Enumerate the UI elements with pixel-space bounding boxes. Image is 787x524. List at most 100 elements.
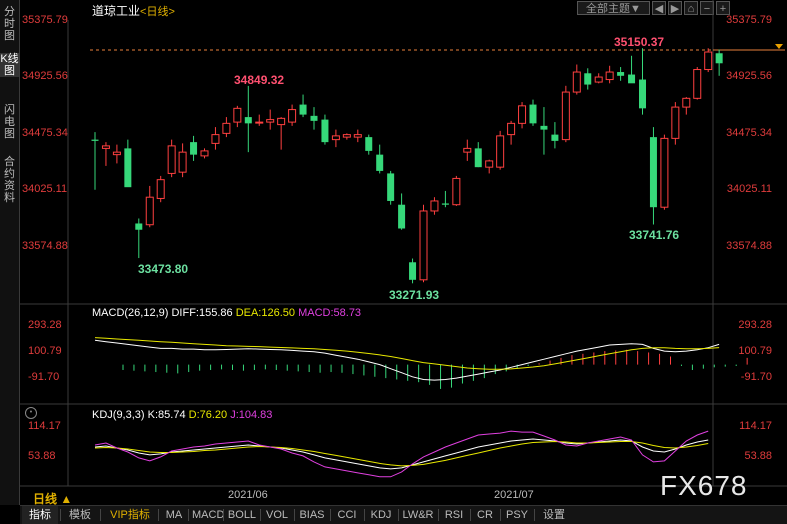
tab-timeshare[interactable]: 分时图 xyxy=(0,6,19,42)
kdj-axis-left-0: 114.17 xyxy=(28,420,61,432)
kdj-d-value: D:76.20 xyxy=(188,409,228,421)
candle-body xyxy=(485,160,494,168)
candle-body xyxy=(135,223,143,230)
tab-flash-chart[interactable]: 闪电图 xyxy=(0,104,19,140)
tab-macd[interactable]: MACD xyxy=(192,506,224,524)
indicator-settings-icon[interactable]: • xyxy=(25,407,37,419)
kdj-axis-left-1: 53.88 xyxy=(28,450,56,462)
low-annotation-3: 33741.76 xyxy=(629,228,680,242)
tab-templates[interactable]: 模板 xyxy=(64,506,96,524)
candle-body xyxy=(244,117,252,124)
kdj-legend: KDJ(9,3,3) K:85.74 D:76.20 J:104.83 xyxy=(92,409,272,421)
tab-settings[interactable]: 设置 xyxy=(538,506,570,524)
candle-body xyxy=(693,69,702,99)
macd-macd-value: MACD:58.73 xyxy=(298,307,362,319)
tab-contract-info[interactable]: 合约资料 xyxy=(0,156,19,204)
candle-body xyxy=(222,122,231,134)
price-axis-right-1: 34925.56 xyxy=(726,70,772,82)
candle-body xyxy=(704,51,713,71)
kdj-axis-right-1: 53.88 xyxy=(744,450,772,462)
candle-body xyxy=(112,151,121,156)
price-axis-left-2: 34475.34 xyxy=(22,127,68,139)
candle-body xyxy=(594,76,603,83)
candle-body xyxy=(211,134,220,144)
candle-body xyxy=(321,119,329,143)
candle-body xyxy=(540,125,548,130)
candle-body xyxy=(561,91,570,141)
candle-body xyxy=(529,104,537,124)
macd-diff-value: DIFF:155.86 xyxy=(171,307,233,319)
macd-axis-left-2: -91.70 xyxy=(28,371,60,383)
low-annotation-1: 33473.80 xyxy=(138,262,189,276)
candle-body xyxy=(474,148,482,168)
candle-body xyxy=(145,196,154,226)
kdj-axis-right-0: 114.17 xyxy=(739,420,772,432)
price-axis-left-3: 34025.11 xyxy=(22,183,68,195)
price-axis-right-2: 34475.34 xyxy=(726,127,772,139)
candle-body xyxy=(419,210,428,281)
macd-histogram xyxy=(122,349,748,389)
candle-body xyxy=(682,97,691,108)
candle-body xyxy=(430,200,439,212)
price-axis-left-0: 35375.79 xyxy=(22,14,68,26)
candle-body xyxy=(331,135,340,141)
time-axis-label-1: 2021/06 xyxy=(228,489,268,501)
tab-lwr[interactable]: LW&R xyxy=(402,506,434,524)
candle-body xyxy=(310,115,318,121)
watermark-logo: FX678 xyxy=(660,470,748,501)
tab-psy[interactable]: PSY xyxy=(504,506,530,524)
indicator-toolbar: 指标 模板 VIP指标 MA MACD BOLL VOL BIAS CCI KD… xyxy=(20,505,787,524)
candle-body xyxy=(518,105,527,124)
candle-body xyxy=(605,71,614,81)
macd-legend: MACD(26,12,9) DIFF:155.86 DEA:126.50 MAC… xyxy=(92,307,361,319)
price-marker-icon xyxy=(775,44,783,49)
macd-axis-right-0: 293.28 xyxy=(738,319,772,331)
low-annotation-2: 33271.93 xyxy=(389,288,440,302)
chart-canvas[interactable] xyxy=(20,0,787,505)
tab-kline[interactable]: K线图 xyxy=(0,53,19,77)
tab-rsi[interactable]: RSI xyxy=(442,506,466,524)
tab-cr[interactable]: CR xyxy=(474,506,496,524)
tab-kdj[interactable]: KDJ xyxy=(368,506,394,524)
candle-body xyxy=(572,71,581,93)
kdj-k-value: K:85.74 xyxy=(147,409,186,421)
candle-body xyxy=(288,109,297,123)
kdj-k-line xyxy=(94,438,709,470)
candle-body xyxy=(387,173,395,201)
macd-diff-line xyxy=(94,339,720,381)
candle-body xyxy=(660,137,669,208)
candle-body xyxy=(617,72,625,76)
left-vertical-tabs: 分时图 K线图 闪电图 合约资料 xyxy=(0,0,20,505)
time-axis-label-2: 2021/07 xyxy=(494,489,534,501)
candle-body xyxy=(398,204,406,229)
tab-indicators[interactable]: 指标 xyxy=(22,506,58,524)
candle-body xyxy=(452,177,461,206)
candle-body xyxy=(463,147,472,153)
tab-cci[interactable]: CCI xyxy=(334,506,360,524)
candle-body xyxy=(156,179,165,199)
candle-body xyxy=(409,262,417,280)
tab-boll[interactable]: BOLL xyxy=(227,506,257,524)
tab-bias[interactable]: BIAS xyxy=(298,506,326,524)
macd-axis-left-0: 293.28 xyxy=(28,319,62,331)
candle-body xyxy=(91,139,99,141)
kdj-j-value: J:104.83 xyxy=(230,409,273,421)
price-axis-right-4: 33574.88 xyxy=(726,240,772,252)
candle-body xyxy=(167,145,176,174)
tab-vip-indicators[interactable]: VIP指标 xyxy=(104,506,156,524)
candle-body xyxy=(101,145,110,149)
candle-body xyxy=(255,121,264,124)
candle-body xyxy=(376,154,384,171)
macd-axis-right-1: 100.79 xyxy=(738,345,772,357)
candle-body xyxy=(671,106,680,139)
kdj-d-line xyxy=(94,440,709,467)
candle-body xyxy=(715,53,723,64)
macd-axis-left-1: 100.79 xyxy=(28,345,62,357)
kdj-j-line xyxy=(94,430,709,478)
tab-ma[interactable]: MA xyxy=(162,506,186,524)
tab-vol[interactable]: VOL xyxy=(264,506,290,524)
candle-body xyxy=(441,203,449,205)
candle-body xyxy=(584,73,592,85)
candle-body xyxy=(353,134,362,138)
macd-axis-right-2: -91.70 xyxy=(740,371,772,383)
